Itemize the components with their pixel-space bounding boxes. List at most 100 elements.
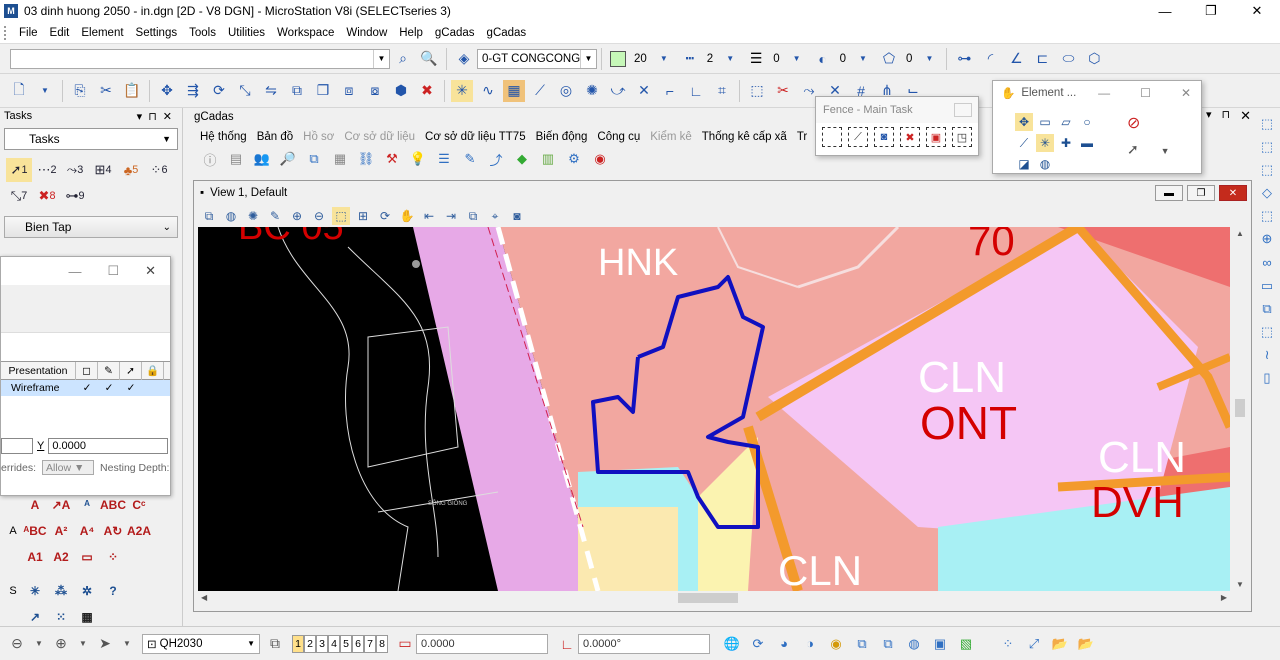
r-tool-10-icon[interactable]: ⬚ xyxy=(1257,323,1277,342)
fit-icon[interactable]: ⌗ xyxy=(711,80,733,102)
text-fill-icon[interactable]: A1 xyxy=(22,550,48,564)
elem-fill-icon[interactable]: ◪ xyxy=(1015,155,1033,173)
place-line-icon[interactable]: ⋯ 2 xyxy=(34,158,60,182)
elem-globe-icon[interactable]: ◍ xyxy=(1036,155,1054,173)
view-minimize-button[interactable]: ▬ xyxy=(1155,185,1183,201)
close-button[interactable]: ✕ xyxy=(1234,0,1280,22)
toolbar-grip[interactable] xyxy=(4,25,7,40)
edit-text-icon[interactable]: ↗A xyxy=(48,498,74,512)
text-number-icon[interactable]: A2 xyxy=(48,550,74,564)
back-icon[interactable]: ⊖ xyxy=(6,633,28,655)
table-icon[interactable]: ▦ xyxy=(331,150,349,168)
delete-task-icon[interactable]: ✖ 8 xyxy=(34,184,60,208)
view-button-6[interactable]: 6 xyxy=(352,634,364,653)
open-icon[interactable]: ⎘ xyxy=(69,80,91,102)
elem-rect-icon[interactable]: ▭ xyxy=(1036,113,1054,131)
smartline-task-icon[interactable]: ⤳ 3 xyxy=(62,158,88,182)
menu-element[interactable]: Element xyxy=(75,27,129,39)
elem-plus-icon[interactable]: ✚ xyxy=(1057,134,1075,152)
trim-icon[interactable]: ✂ xyxy=(772,80,794,102)
fence-close-icon[interactable] xyxy=(954,103,972,117)
sym-help-icon[interactable]: ? xyxy=(100,584,126,598)
copy-view-icon[interactable]: ⧉ xyxy=(464,207,482,225)
angle-tool-icon[interactable]: ∟ xyxy=(685,80,707,102)
text-attrs-icon[interactable]: A² xyxy=(48,524,74,538)
chevron-down-icon[interactable]: ▼ xyxy=(786,48,808,70)
view-button-4[interactable]: 4 xyxy=(328,634,340,653)
lights-icon[interactable]: ✺ xyxy=(244,207,262,225)
col-presentation[interactable]: Presentation xyxy=(1,361,76,380)
fit-view-icon[interactable]: ⊞ xyxy=(354,207,372,225)
dialog-close-icon[interactable]: ✕ xyxy=(145,263,156,279)
snap-icon[interactable]: ✳ xyxy=(451,79,473,102)
new-file-icon[interactable]: 🗋 xyxy=(8,80,30,102)
gc-menu-he-thong[interactable]: Hệ thống xyxy=(195,131,252,143)
drawing-canvas[interactable]: HNK CLN ONT CLN DVH CLN 70 BC 05 SÔNG GI… xyxy=(198,227,1230,591)
scroll-right-icon[interactable]: ▶ xyxy=(1221,593,1227,602)
chevron-down-icon[interactable]: ▼ xyxy=(719,48,741,70)
pointer-icon[interactable]: ➤ xyxy=(94,633,116,655)
r-tool-1-icon[interactable]: ⬚ xyxy=(1257,114,1277,133)
horizontal-scroll-thumb[interactable] xyxy=(678,593,738,603)
ellipse-icon[interactable]: ⬭ xyxy=(1057,48,1079,70)
elem-line-icon[interactable]: ⟋ xyxy=(1015,134,1033,152)
elem-cursor-icon[interactable]: ➚ ▼ xyxy=(1127,141,1170,158)
chevron-down-icon[interactable]: ▼ xyxy=(918,48,940,70)
menu-edit[interactable]: Edit xyxy=(44,27,76,39)
chevron-down-icon[interactable]: ▼ xyxy=(247,639,255,648)
arc-icon[interactable]: ◜ xyxy=(979,48,1001,70)
copy-icon[interactable]: ❐ xyxy=(312,80,334,102)
gc-menu-csdl-tt75[interactable]: Cơ sở dữ liệu TT75 xyxy=(420,131,531,143)
gc-menu-thong-ke[interactable]: Thống kê cấp xã xyxy=(697,131,792,143)
view-button-2[interactable]: 2 xyxy=(304,634,316,653)
sync-icon[interactable]: ⟳ xyxy=(748,634,768,654)
map-tool-4-icon[interactable]: ⧉ xyxy=(852,634,872,654)
menu-utilities[interactable]: Utilities xyxy=(222,27,271,39)
level-select[interactable]: 0-GT CONGCONG ▼ xyxy=(477,48,597,69)
group-icon[interactable]: ⧈ xyxy=(338,80,360,102)
bars-icon[interactable]: ▥ xyxy=(539,150,557,168)
gc-menu-tr[interactable]: Tr xyxy=(792,131,812,143)
rotate-view-icon[interactable]: ⟳ xyxy=(376,207,394,225)
element-min-icon[interactable]: — xyxy=(1098,86,1110,100)
scale-icon[interactable]: ⤡ xyxy=(234,80,256,102)
solid-icon[interactable]: ⬡ xyxy=(1083,48,1105,70)
measure-icon[interactable]: ⊶ xyxy=(953,48,975,70)
element-selection-icon[interactable]: ➚ 1 xyxy=(6,158,32,182)
move-icon[interactable]: ⇶ xyxy=(182,80,204,102)
text-enter-icon[interactable]: A2A xyxy=(126,524,152,538)
y-input[interactable]: 0.0000 xyxy=(48,438,169,454)
dialog-maximize-icon[interactable]: ☐ xyxy=(107,263,119,279)
r-tool-12-icon[interactable]: ▯ xyxy=(1257,369,1277,388)
menu-window[interactable]: Window xyxy=(340,27,393,39)
element-max-icon[interactable]: ☐ xyxy=(1140,86,1151,100)
map-tool-7-icon[interactable]: ▣ xyxy=(930,634,950,654)
vertical-scroll-thumb[interactable] xyxy=(1235,399,1245,417)
ungroup-icon[interactable]: ⧇ xyxy=(364,80,386,102)
map-tool-2-icon[interactable]: ◑ xyxy=(800,634,820,654)
curve-icon[interactable]: ⤻ xyxy=(607,80,629,102)
view-button-8[interactable]: 8 xyxy=(376,634,388,653)
fence-task-icon[interactable]: ⊞ 4 xyxy=(90,158,116,182)
map-tool-3-icon[interactable]: ◉ xyxy=(826,634,846,654)
paste-icon[interactable]: 📋 xyxy=(121,80,143,102)
rotate-icon[interactable]: ⟳ xyxy=(208,80,230,102)
angle-field[interactable]: 0.0000° xyxy=(578,633,710,654)
sym-star2-icon[interactable]: ✲ xyxy=(74,584,100,598)
view-previous-icon[interactable]: ⇤ xyxy=(420,207,438,225)
text-box-icon[interactable]: ▭ xyxy=(74,550,100,564)
chevron-down-icon[interactable]: ▼ xyxy=(116,633,138,655)
gc-menu-kiem-ke[interactable]: Kiểm kê xyxy=(645,131,697,143)
col-cursor-icon[interactable]: ➚ xyxy=(120,361,142,380)
r-tool-5-icon[interactable]: ⬚ xyxy=(1257,207,1277,226)
scroll-down-icon[interactable]: ▼ xyxy=(1236,580,1244,589)
gc-menu-ho-so[interactable]: Hồ sơ xyxy=(298,131,339,143)
elem-no-icon[interactable]: ⊘ xyxy=(1127,113,1170,133)
angle-icon[interactable]: ∠ xyxy=(1005,48,1027,70)
corner-icon[interactable]: ⌐ xyxy=(659,80,681,102)
chevron-down-icon[interactable]: ▼ xyxy=(852,48,874,70)
pin-icon[interactable]: ⊓ xyxy=(1222,108,1231,124)
transparency-value[interactable]: 0 xyxy=(840,53,846,65)
display-style-icon[interactable]: ◍ xyxy=(222,207,240,225)
r-tool-6-icon[interactable]: ⊕ xyxy=(1257,230,1277,249)
